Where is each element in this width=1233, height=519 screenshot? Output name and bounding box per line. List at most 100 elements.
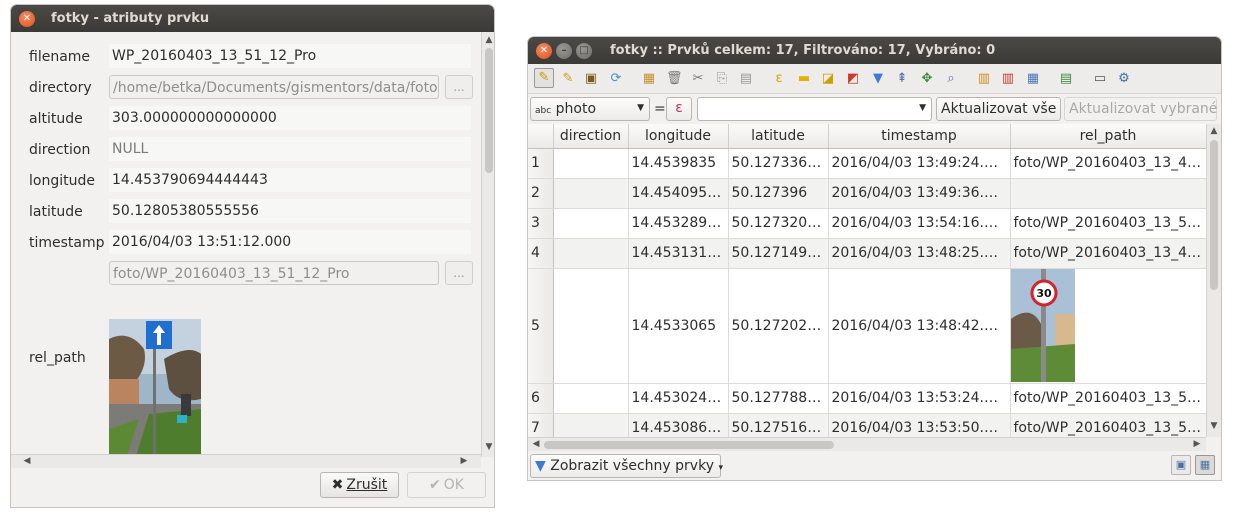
table-row[interactable]: 2 14.454095… 50.127396 2016/04/03 13:49:…	[528, 178, 1206, 209]
cell-latitude[interactable]: 50.127202…	[728, 268, 829, 384]
table-row[interactable]: 4 14.453131… 50.127149… 2016/04/03 13:48…	[528, 238, 1206, 269]
field-select[interactable]: abc photo ▼	[530, 97, 650, 121]
cell-direction[interactable]	[553, 148, 629, 179]
paste-icon[interactable]: ▤	[738, 71, 754, 87]
copy-icon[interactable]: ⎘	[714, 71, 730, 87]
cell-direction[interactable]	[553, 178, 629, 209]
cell-rel-path[interactable]: foto/WP_20160403_13_5…	[1010, 383, 1206, 414]
column-header-latitude[interactable]: latitude	[728, 124, 829, 149]
add-feature-icon[interactable]: ▦	[641, 71, 657, 87]
cell-rel-path[interactable]: foto/WP_20160403_13_5…	[1010, 208, 1206, 239]
table-row[interactable]: 1 14.4539835 50.127336… 2016/04/03 13:49…	[528, 148, 1206, 179]
filename-field[interactable]: WP_20160403_13_51_12_Pro	[109, 44, 471, 68]
move-selection-top-icon[interactable]: ⇞	[894, 71, 910, 87]
update-selected-button[interactable]: Aktualizovat vybrané	[1064, 97, 1217, 121]
deselect-all-icon[interactable]: ◩	[845, 71, 861, 87]
table-row[interactable]: 5 14.4533065 50.127202… 2016/04/03 13:48…	[528, 268, 1206, 384]
row-header[interactable]: 1	[528, 148, 554, 179]
delete-feature-icon[interactable]: 🗑	[666, 71, 683, 87]
scroll-down-arrow-icon[interactable]: ▼	[1207, 421, 1221, 431]
conditional-formatting-icon[interactable]: ▤	[1058, 71, 1074, 87]
cell-latitude[interactable]: 50.127788…	[728, 383, 829, 414]
filter-value-input[interactable]: ▼	[697, 97, 932, 121]
cell-timestamp[interactable]: 2016/04/03 13:53:24.000	[828, 383, 1011, 414]
table-row[interactable]: 6 14.453024… 50.127788… 2016/04/03 13:53…	[528, 383, 1206, 414]
table-row[interactable]: 3 14.453289… 50.127320… 2016/04/03 13:54…	[528, 208, 1206, 239]
cell-timestamp[interactable]: 2016/04/03 13:49:36.000	[828, 178, 1011, 209]
scroll-right-arrow-icon[interactable]: ▶	[1190, 439, 1204, 449]
cancel-button[interactable]: ✖ Zrušit	[320, 472, 399, 498]
table-view-icon[interactable]: ▦	[1195, 455, 1215, 475]
horizontal-scrollbar[interactable]: ◀ ▶	[11, 454, 481, 468]
cell-latitude[interactable]: 50.127320…	[728, 208, 829, 239]
new-field-icon[interactable]: ▥	[976, 71, 992, 87]
cell-rel-path[interactable]: 30	[1010, 268, 1206, 384]
show-all-features-button[interactable]: ▼ Zobrazit všechny prvky ▾	[530, 454, 723, 478]
directory-field[interactable]: /home/betka/Documents/gismentors/data/fo…	[109, 75, 439, 99]
column-header-rel-path[interactable]: rel_path	[1010, 124, 1206, 149]
cell-longitude[interactable]: 14.453024…	[628, 383, 729, 414]
zoom-to-selected-icon[interactable]: ⌕	[943, 71, 959, 87]
cell-longitude[interactable]: 14.453289…	[628, 208, 729, 239]
latitude-field[interactable]: 50.12805380555556	[109, 199, 471, 223]
reload-icon[interactable]: ⟳	[608, 71, 624, 87]
close-icon[interactable]: ✕	[536, 42, 552, 59]
expression-button[interactable]: ε	[666, 97, 692, 121]
pan-to-selected-icon[interactable]: ✥	[919, 71, 935, 87]
cell-latitude[interactable]: 50.127396	[728, 178, 829, 209]
scroll-up-arrow-icon[interactable]: ▲	[482, 35, 494, 45]
cell-direction[interactable]	[553, 383, 629, 414]
longitude-field[interactable]: 14.453790694444443	[109, 168, 471, 192]
cell-direction[interactable]	[553, 208, 629, 239]
scrollbar-thumb[interactable]	[485, 48, 493, 173]
toggle-editing-icon[interactable]: ✎	[534, 68, 554, 88]
timestamp-field[interactable]: 2016/04/03 13:51:12.000	[109, 230, 471, 254]
scroll-left-arrow-icon[interactable]: ◀	[529, 439, 543, 449]
cell-rel-path[interactable]	[1010, 178, 1206, 209]
browse-rel-path-button[interactable]: ...	[445, 261, 473, 285]
close-icon[interactable]: ✕	[19, 10, 35, 27]
cell-longitude[interactable]: 14.454095…	[628, 178, 729, 209]
cell-timestamp[interactable]: 2016/04/03 13:48:42.000	[828, 268, 1011, 384]
delete-field-icon[interactable]: ▥	[1000, 71, 1016, 87]
table-vertical-scrollbar[interactable]: ▲ ▼	[1206, 124, 1221, 437]
column-header-longitude[interactable]: longitude	[628, 124, 729, 149]
ok-button[interactable]: ✔ OK	[407, 472, 486, 498]
cell-timestamp[interactable]: 2016/04/03 13:48:25.000	[828, 238, 1011, 269]
row-header[interactable]: 5	[528, 268, 554, 384]
vertical-scrollbar[interactable]: ▲ ▼	[481, 32, 494, 457]
scroll-right-arrow-icon[interactable]: ▶	[457, 456, 471, 466]
altitude-field[interactable]: 303.000000000000000	[109, 106, 471, 130]
scroll-left-arrow-icon[interactable]: ◀	[20, 456, 34, 466]
select-by-expression-icon[interactable]: ε	[771, 71, 787, 87]
multi-edit-icon[interactable]: ✎	[560, 71, 576, 87]
save-edits-icon[interactable]: ▣	[583, 71, 599, 87]
cell-rel-path[interactable]: foto/WP_20160403_13_4…	[1010, 238, 1206, 269]
maximize-icon[interactable]: □	[576, 42, 592, 59]
row-header[interactable]: 2	[528, 178, 554, 209]
form-view-icon[interactable]: ▣	[1171, 455, 1191, 475]
cut-icon[interactable]: ✂	[690, 71, 706, 87]
field-calculator-icon[interactable]: ▦	[1025, 71, 1041, 87]
minimize-icon[interactable]: –	[556, 42, 572, 59]
cell-longitude[interactable]: 14.4539835	[628, 148, 729, 179]
scroll-down-arrow-icon[interactable]: ▼	[482, 442, 494, 452]
row-header[interactable]: 3	[528, 208, 554, 239]
rel-path-field[interactable]: foto/WP_20160403_13_51_12_Pro	[109, 261, 439, 285]
cell-direction[interactable]	[553, 238, 629, 269]
column-header-timestamp[interactable]: timestamp	[828, 124, 1011, 149]
filter-icon[interactable]: ▼	[870, 71, 886, 87]
cell-timestamp[interactable]: 2016/04/03 13:49:24.000	[828, 148, 1011, 179]
row-header[interactable]: 6	[528, 383, 554, 414]
table-horizontal-scrollbar[interactable]: ◀ ▶	[528, 437, 1206, 451]
cell-longitude[interactable]: 14.453131…	[628, 238, 729, 269]
direction-field[interactable]: NULL	[109, 137, 471, 161]
cell-rel-path[interactable]: foto/WP_20160403_13_4…	[1010, 148, 1206, 179]
update-all-button[interactable]: Aktualizovat vše	[936, 97, 1061, 121]
scrollbar-thumb[interactable]	[1210, 140, 1218, 290]
cell-latitude[interactable]: 50.127336…	[728, 148, 829, 179]
cell-direction[interactable]	[553, 268, 629, 384]
browse-directory-button[interactable]: ...	[445, 75, 473, 99]
column-header-direction[interactable]: direction	[553, 124, 629, 149]
row-header[interactable]: 4	[528, 238, 554, 269]
